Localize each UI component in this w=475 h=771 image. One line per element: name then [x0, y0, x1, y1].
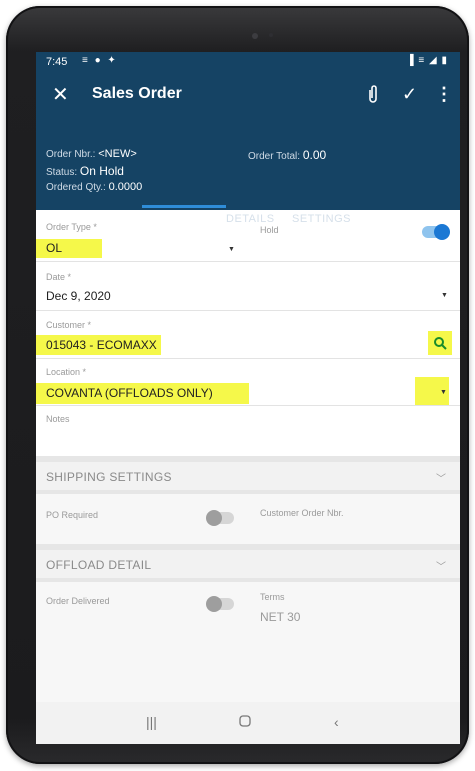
location-field[interactable]: Location * COVANTA (OFFLOADS ONLY) ▼ — [36, 359, 460, 406]
order-nbr-label: Order Nbr.: — [46, 149, 96, 160]
po-required-label: PO Required — [46, 510, 99, 520]
order-delivered-label: Order Delivered — [46, 596, 110, 606]
check-icon[interactable]: ✓ — [402, 84, 417, 104]
customer-label: Customer * — [46, 320, 92, 330]
ordered-qty-value: 0.0000 — [108, 181, 143, 193]
customer-order-nbr-label: Customer Order Nbr. — [260, 508, 344, 518]
offload-detail-body: Order Delivered Terms NET 30 — [36, 582, 460, 702]
back-icon[interactable]: ‹ — [334, 714, 339, 730]
order-delivered-toggle-knob — [206, 596, 222, 612]
status-time: 7:45 — [46, 56, 68, 68]
sensor — [269, 33, 273, 37]
order-type-label: Order Type * — [46, 222, 97, 232]
home-icon[interactable] — [238, 714, 252, 731]
android-nav-bar: ||| ‹ — [36, 702, 460, 744]
date-value: Dec 9, 2020 — [46, 289, 111, 303]
status-icons-left: ≡ ● ✦ — [82, 55, 118, 66]
hold-toggle[interactable] — [422, 224, 450, 240]
offload-detail-title: OFFLOAD DETAIL — [46, 558, 152, 572]
front-camera — [252, 33, 258, 39]
paperclip-icon[interactable] — [367, 84, 379, 108]
more-vert-icon[interactable]: ⋮ — [435, 84, 453, 104]
customer-search-button[interactable] — [428, 331, 452, 355]
order-type-dropdown-icon[interactable]: ▼ — [228, 246, 235, 253]
order-nbr-value: <NEW> — [98, 148, 137, 160]
status-label: Status: — [46, 167, 78, 178]
shipping-settings-title: SHIPPING SETTINGS — [46, 470, 172, 484]
recents-icon[interactable]: ||| — [146, 714, 157, 730]
close-icon[interactable]: ✕ — [52, 85, 69, 105]
app-header: ✕ Sales Order ✓ ⋮ Order Nbr.: <NEW> Stat… — [36, 74, 460, 225]
paperclip-svg — [369, 85, 377, 103]
chevron-down-icon: ﹀ — [436, 474, 446, 485]
po-required-toggle-knob — [206, 510, 222, 526]
po-required-toggle[interactable] — [206, 510, 234, 526]
terms-value: NET 30 — [260, 610, 301, 624]
page-title: Sales Order — [92, 85, 182, 102]
order-status: Status: On Hold — [46, 164, 124, 178]
tablet-frame: 7:45 ≡ ● ✦ ▐ ≡ ◢ ▮ ✕ Sales Order ✓ ⋮ Ord… — [6, 6, 469, 764]
notes-field[interactable]: Notes — [36, 406, 460, 456]
date-label: Date * — [46, 272, 72, 282]
search-icon — [434, 337, 447, 350]
shipping-settings-body: PO Required Customer Order Nbr. — [36, 494, 460, 544]
location-value: COVANTA (OFFLOADS ONLY) — [36, 383, 249, 404]
order-total-value: 0.00 — [302, 148, 327, 162]
notes-label: Notes — [46, 414, 70, 424]
location-dropdown-button[interactable]: ▼ — [415, 377, 449, 405]
device-screen: 7:45 ≡ ● ✦ ▐ ≡ ◢ ▮ ✕ Sales Order ✓ ⋮ Ord… — [36, 52, 460, 744]
status-icons-right: ▐ ≡ ◢ ▮ — [406, 55, 448, 66]
home-svg — [239, 715, 251, 727]
active-tab-indicator — [142, 205, 226, 208]
shipping-settings-header[interactable]: SHIPPING SETTINGS ﹀ — [36, 462, 460, 490]
order-type-value: OL — [36, 239, 103, 258]
order-type-field[interactable]: Order Type * OL ▼ — [36, 210, 460, 262]
order-total: Order Total: 0.00 — [248, 148, 326, 162]
order-delivered-toggle[interactable] — [206, 596, 234, 612]
location-label: Location * — [46, 367, 87, 377]
status-value: On Hold — [79, 164, 124, 178]
location-dropdown-icon: ▼ — [440, 389, 447, 396]
offload-detail-header[interactable]: OFFLOAD DETAIL ﹀ — [36, 550, 460, 578]
customer-value: 015043 - ECOMAXX — [36, 335, 161, 355]
order-total-label: Order Total: — [248, 151, 301, 162]
date-field[interactable]: Date * Dec 9, 2020 ▼ — [36, 262, 460, 311]
terms-label: Terms — [260, 592, 285, 602]
hold-label: Hold — [260, 225, 279, 235]
ordered-qty: Ordered Qty.: 0.0000 — [46, 181, 142, 193]
order-nbr: Order Nbr.: <NEW> — [46, 148, 137, 160]
customer-field[interactable]: Customer * 015043 - ECOMAXX — [36, 311, 460, 359]
date-dropdown-icon[interactable]: ▼ — [441, 292, 448, 299]
ordered-qty-label: Ordered Qty.: — [46, 182, 106, 193]
status-bar: 7:45 ≡ ● ✦ ▐ ≡ ◢ ▮ — [36, 52, 460, 74]
hold-toggle-knob — [434, 224, 450, 240]
chevron-down-icon: ﹀ — [436, 562, 446, 573]
